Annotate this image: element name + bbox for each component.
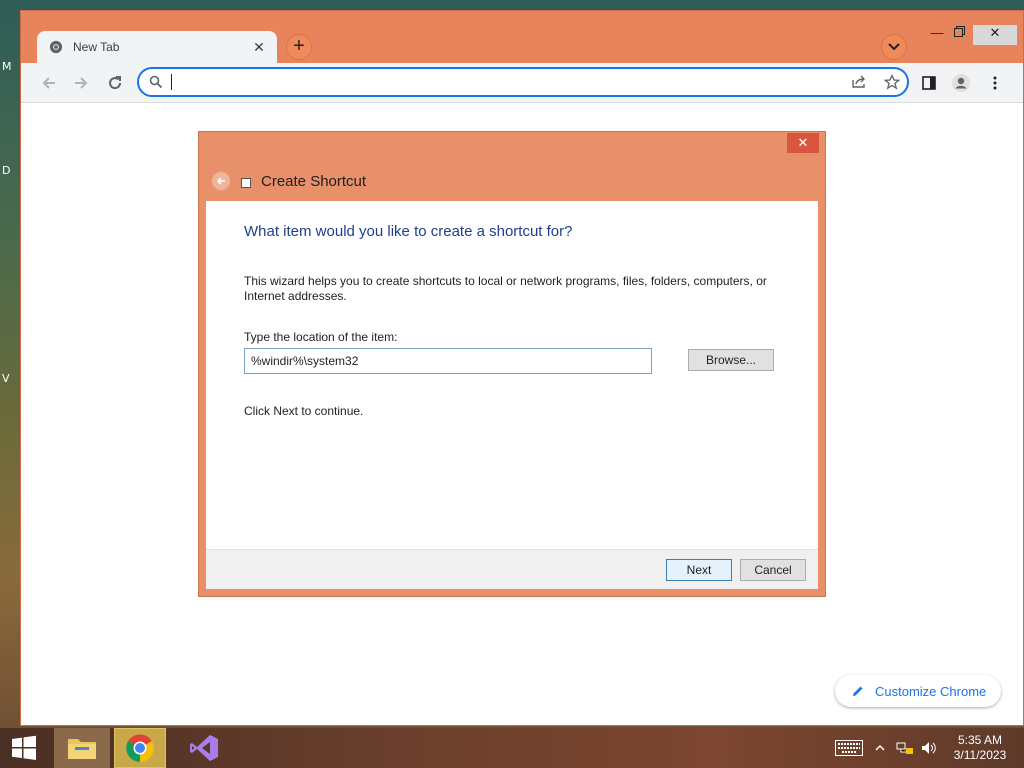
tab-strip: New Tab ✕ + — ✕	[21, 11, 1023, 63]
dialog-close-button[interactable]: ✕	[787, 133, 819, 153]
side-panel-button[interactable]	[917, 71, 941, 95]
taskbar: 5:35 AM 3/11/2023	[0, 728, 1024, 768]
dialog-footer: Next Cancel	[206, 549, 818, 589]
taskbar-visual-studio[interactable]	[180, 728, 228, 768]
new-tab-button[interactable]: +	[286, 34, 312, 60]
network-button[interactable]	[894, 728, 916, 768]
location-label: Type the location of the item:	[244, 330, 398, 344]
tab-title: New Tab	[73, 40, 120, 54]
browser-toolbar	[21, 63, 1023, 103]
arrow-left-icon	[42, 77, 55, 89]
close-window-button[interactable]: ✕	[973, 25, 1017, 45]
taskbar-chrome[interactable]	[114, 728, 166, 768]
star-icon[interactable]	[884, 74, 900, 90]
keyboard-icon	[835, 740, 863, 756]
chevron-up-icon	[875, 745, 885, 751]
profile-button[interactable]	[949, 71, 973, 95]
wizard-back-button[interactable]	[211, 171, 231, 191]
dialog-title: Create Shortcut	[261, 172, 367, 190]
reload-icon	[109, 76, 122, 90]
address-input[interactable]	[173, 72, 833, 92]
restore-icon	[953, 26, 965, 37]
shortcut-icon	[241, 178, 251, 188]
show-hidden-icons-button[interactable]	[872, 728, 888, 768]
speaker-icon	[922, 742, 936, 754]
arrow-right-icon	[75, 77, 88, 89]
wizard-description: This wizard helps you to create shortcut…	[244, 274, 767, 303]
forward-button[interactable]	[69, 71, 93, 95]
next-button[interactable]: Next	[666, 559, 732, 581]
cancel-button[interactable]: Cancel	[740, 559, 806, 581]
maximize-button[interactable]	[945, 25, 973, 45]
back-button[interactable]	[37, 71, 61, 95]
create-shortcut-dialog: ✕ Create Shortcut What item would you li…	[198, 131, 826, 597]
visual-studio-icon	[190, 735, 218, 761]
arrow-left-icon	[216, 177, 225, 185]
customize-chrome-button[interactable]: Customize Chrome	[835, 675, 1001, 707]
clock-time: 5:35 AM	[957, 733, 1003, 747]
dialog-body: What item would you like to create a sho…	[206, 201, 818, 549]
tab-search-button[interactable]	[881, 34, 907, 60]
chevron-down-icon	[888, 43, 900, 51]
pencil-icon	[853, 686, 863, 696]
more-vert-icon	[993, 76, 997, 90]
side-panel-icon	[922, 76, 936, 90]
tab-new-tab[interactable]: New Tab ✕	[37, 31, 277, 63]
network-icon	[896, 742, 913, 754]
text-caret	[171, 74, 172, 90]
reload-button[interactable]	[103, 71, 127, 95]
windows-icon	[12, 735, 36, 760]
close-tab-icon[interactable]: ✕	[251, 39, 267, 56]
avatar-icon	[952, 74, 970, 92]
volume-button[interactable]	[918, 728, 940, 768]
wizard-hint: Click Next to continue.	[244, 404, 364, 418]
folder-icon	[68, 739, 96, 759]
browse-button[interactable]: Browse...	[688, 349, 774, 371]
desktop-icon-label: D	[2, 164, 11, 177]
customize-chrome-label: Customize Chrome	[875, 683, 987, 699]
share-icon[interactable]	[851, 75, 867, 89]
wizard-heading: What item would you like to create a sho…	[244, 223, 573, 240]
touch-keyboard-button[interactable]	[832, 728, 866, 768]
address-bar[interactable]	[137, 67, 909, 97]
taskbar-file-explorer[interactable]	[54, 728, 110, 768]
desktop-icon-label: M	[2, 60, 12, 73]
menu-button[interactable]	[983, 71, 1007, 95]
chrome-icon	[49, 40, 63, 54]
desktop-icon-label: V	[2, 372, 10, 385]
clock-date: 3/11/2023	[953, 748, 1007, 762]
taskbar-clock[interactable]: 5:35 AM 3/11/2023	[944, 733, 1016, 763]
search-icon	[149, 75, 163, 89]
dialog-header: Create Shortcut	[207, 168, 807, 194]
chrome-icon	[126, 734, 154, 762]
location-input[interactable]	[244, 348, 652, 374]
start-button[interactable]	[0, 728, 48, 768]
